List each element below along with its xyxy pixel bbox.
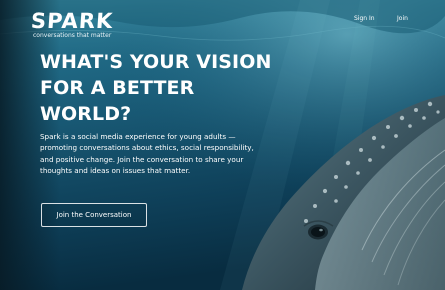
site-header: SPARK conversations that matter Sign In … [0,0,445,44]
join-conversation-button[interactable]: Join the Conversation [41,203,147,227]
sign-in-link[interactable]: Sign In [354,15,375,23]
spark-logo[interactable]: SPARK conversations that matter [30,9,115,40]
logo-wordmark: SPARK [30,9,115,33]
logo-tagline: conversations that matter [33,32,112,39]
landing-page: SPARK conversations that matter Sign In … [0,0,445,290]
join-link[interactable]: Join [397,15,408,23]
hero-section: WHAT'S YOUR VISION FOR A BETTER WORLD? S… [40,49,280,175]
hero-description: Spark is a social media experience for y… [40,132,254,176]
hero-title: WHAT'S YOUR VISION FOR A BETTER WORLD? [40,51,272,125]
